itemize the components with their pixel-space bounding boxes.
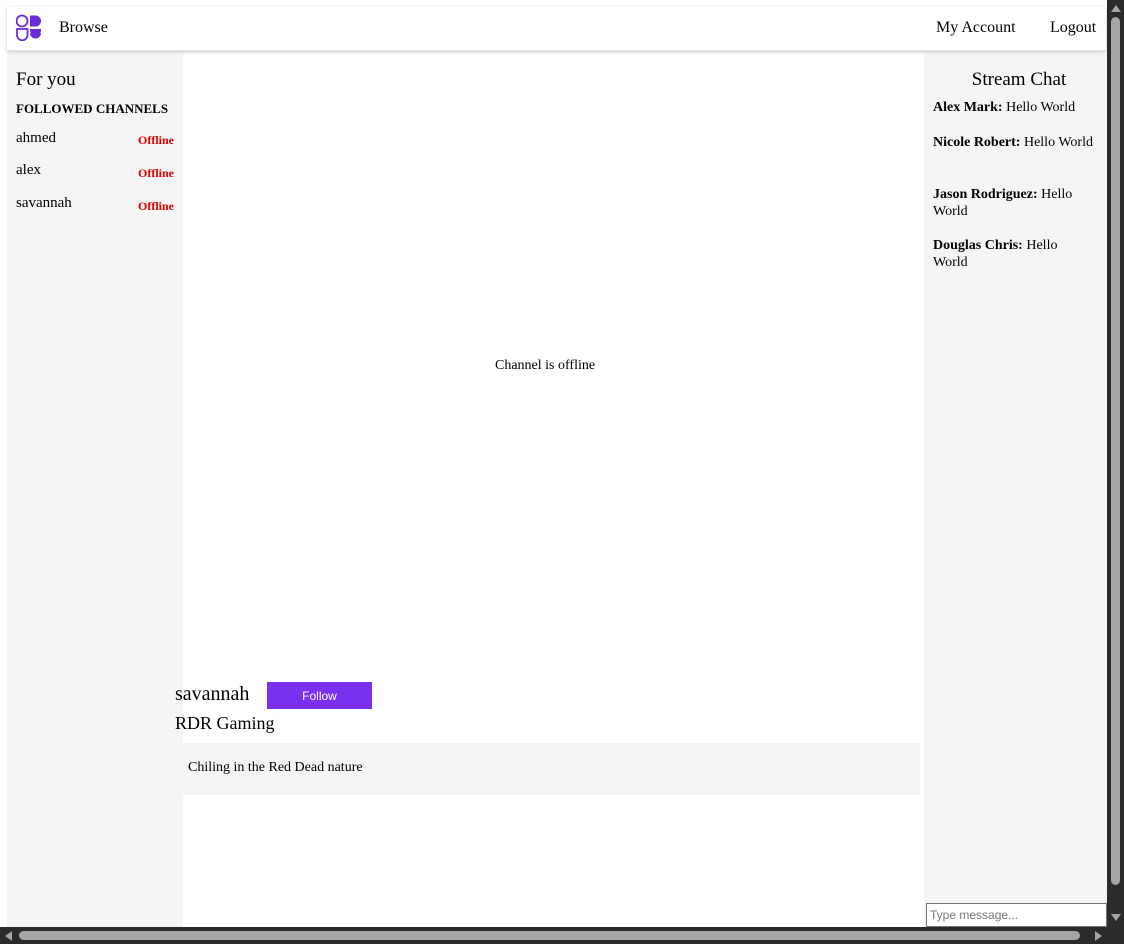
sidebar: For you FOLLOWED CHANNELS ahmed Offline … <box>7 53 183 927</box>
scroll-up-arrow-icon[interactable] <box>1111 5 1121 12</box>
vertical-scrollbar-thumb[interactable] <box>1111 17 1120 885</box>
chat-text: Hello World <box>1023 135 1093 150</box>
chat-message: Nicole Robert: Hello World <box>933 134 1093 151</box>
top-nav: Browse My Account Logout <box>7 7 1106 51</box>
logout-link[interactable]: Logout <box>1050 19 1096 37</box>
horizontal-scrollbar-thumb[interactable] <box>19 931 1080 940</box>
stream-description: Chiling in the Red Dead nature <box>188 760 363 775</box>
chat-author: Alex Mark: <box>933 100 1003 115</box>
channel-status-badge: Offline <box>138 199 174 213</box>
scroll-left-arrow-icon[interactable] <box>5 931 12 941</box>
horizontal-scrollbar[interactable] <box>0 927 1107 944</box>
chat-author: Nicole Robert: <box>933 135 1021 150</box>
chat-message: Jason Rodriguez: Hello World <box>933 186 1093 220</box>
channel-offline-message: Channel is offline <box>495 358 596 373</box>
chat-title: Stream Chat <box>971 69 1067 90</box>
scroll-down-arrow-icon[interactable] <box>1111 914 1121 921</box>
stream-chat-panel: Stream Chat Alex Mark: Hello World Nicol… <box>924 53 1107 927</box>
channel-status-badge: Offline <box>138 133 174 147</box>
channel-status-badge: Offline <box>138 166 174 180</box>
scrollbar-corner <box>1107 927 1124 944</box>
app-logo-icon[interactable] <box>15 14 42 42</box>
stream-title: RDR Gaming <box>175 713 275 733</box>
chat-message: Douglas Chris: Hello World <box>933 237 1093 271</box>
scroll-right-arrow-icon[interactable] <box>1095 931 1102 941</box>
sidebar-item-alex[interactable]: alex Offline <box>16 162 176 184</box>
chat-author: Jason Rodriguez: <box>933 187 1038 202</box>
follow-button[interactable]: Follow <box>267 682 372 709</box>
chat-message: Alex Mark: Hello World <box>933 99 1093 116</box>
sidebar-title: For you <box>16 69 76 90</box>
page-viewport: Browse My Account Logout For you FOLLOWE… <box>0 0 1107 927</box>
chat-message-input[interactable] <box>926 903 1107 927</box>
channel-name: alex <box>16 162 41 178</box>
streamer-name: savannah <box>175 683 250 705</box>
followed-channels-heading: FOLLOWED CHANNELS <box>16 101 169 116</box>
channel-name: savannah <box>16 195 72 211</box>
channel-name: ahmed <box>16 130 56 146</box>
stream-description-box: Chiling in the Red Dead nature <box>183 743 920 795</box>
sidebar-item-savannah[interactable]: savannah Offline <box>16 195 176 217</box>
vertical-scrollbar[interactable] <box>1107 0 1124 927</box>
chat-author: Douglas Chris: <box>933 238 1023 253</box>
chat-text: Hello World <box>1006 100 1076 115</box>
browse-link[interactable]: Browse <box>59 19 108 37</box>
sidebar-item-ahmed[interactable]: ahmed Offline <box>16 130 176 152</box>
my-account-link[interactable]: My Account <box>936 19 1016 37</box>
